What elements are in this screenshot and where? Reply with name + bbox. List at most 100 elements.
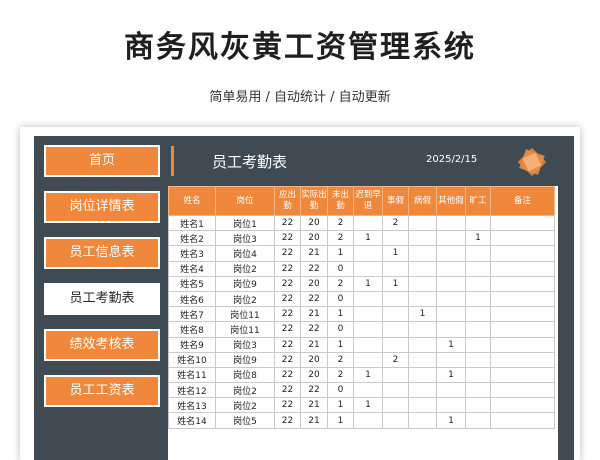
table-cell[interactable] (436, 351, 466, 368)
table-cell[interactable]: 1 (327, 336, 354, 353)
table-cell[interactable] (436, 230, 466, 247)
nav-position-details-button[interactable]: 岗位详情表 (44, 191, 160, 223)
table-cell[interactable] (408, 290, 437, 308)
table-cell[interactable]: 1 (353, 366, 383, 384)
table-cell[interactable] (353, 382, 383, 399)
table-cell[interactable]: 2 (382, 214, 409, 232)
table-cell[interactable] (408, 397, 437, 414)
table-cell[interactable]: 21 (300, 336, 328, 353)
table-cell[interactable] (465, 245, 491, 262)
table-cell[interactable] (382, 336, 409, 353)
table-cell[interactable]: 岗位2 (215, 260, 275, 277)
table-cell[interactable]: 20 (300, 214, 328, 232)
table-cell[interactable] (436, 321, 466, 338)
nav-home-button[interactable]: 首页 (44, 145, 160, 177)
table-cell[interactable]: 姓名12 (168, 382, 216, 399)
table-cell[interactable]: 1 (353, 397, 383, 414)
table-cell[interactable] (408, 260, 437, 277)
table-cell[interactable]: 22 (300, 290, 328, 308)
table-cell[interactable]: 21 (300, 245, 328, 262)
table-cell[interactable] (490, 382, 555, 399)
table-cell[interactable] (490, 366, 555, 384)
table-cell[interactable]: 20 (300, 230, 328, 247)
table-cell[interactable] (465, 397, 491, 414)
table-cell[interactable]: 岗位3 (215, 336, 275, 353)
table-cell[interactable]: 姓名10 (168, 351, 216, 368)
table-cell[interactable] (465, 260, 491, 277)
table-cell[interactable]: 22 (274, 412, 301, 429)
table-cell[interactable] (465, 366, 491, 384)
table-cell[interactable]: 姓名2 (168, 230, 216, 247)
table-cell[interactable] (465, 412, 491, 429)
table-cell[interactable] (436, 397, 466, 414)
table-cell[interactable]: 0 (327, 321, 354, 338)
table-cell[interactable] (408, 412, 437, 429)
table-cell[interactable]: 22 (300, 382, 328, 399)
table-cell[interactable] (490, 245, 555, 262)
table-cell[interactable] (465, 336, 491, 353)
table-cell[interactable]: 1 (353, 230, 383, 247)
table-cell[interactable]: 22 (274, 321, 301, 338)
table-cell[interactable] (353, 290, 383, 308)
table-cell[interactable] (490, 260, 555, 277)
table-cell[interactable] (408, 230, 437, 247)
table-cell[interactable] (408, 382, 437, 399)
table-cell[interactable]: 岗位9 (215, 275, 275, 292)
table-cell[interactable]: 岗位8 (215, 366, 275, 384)
table-cell[interactable]: 0 (327, 260, 354, 277)
table-cell[interactable]: 岗位2 (215, 397, 275, 414)
table-cell[interactable]: 姓名6 (168, 290, 216, 308)
table-cell[interactable]: 20 (300, 351, 328, 368)
table-cell[interactable] (353, 306, 383, 323)
table-cell[interactable] (465, 351, 491, 368)
table-cell[interactable]: 1 (327, 245, 354, 262)
table-cell[interactable]: 22 (274, 351, 301, 368)
table-cell[interactable]: 岗位9 (215, 351, 275, 368)
table-cell[interactable]: 22 (274, 382, 301, 399)
table-cell[interactable]: 姓名13 (168, 397, 216, 414)
table-cell[interactable]: 姓名1 (168, 214, 216, 232)
table-cell[interactable]: 0 (327, 382, 354, 399)
table-cell[interactable] (490, 351, 555, 368)
table-cell[interactable] (436, 382, 466, 399)
table-cell[interactable]: 1 (436, 366, 466, 384)
table-cell[interactable] (436, 260, 466, 277)
table-cell[interactable]: 岗位3 (215, 230, 275, 247)
table-cell[interactable] (408, 214, 437, 232)
table-cell[interactable] (490, 230, 555, 247)
table-cell[interactable] (490, 336, 555, 353)
table-cell[interactable] (353, 245, 383, 262)
table-cell[interactable]: 1 (436, 412, 466, 429)
table-cell[interactable] (490, 306, 555, 323)
table-cell[interactable] (353, 214, 383, 232)
table-cell[interactable] (408, 366, 437, 384)
table-cell[interactable]: 1 (327, 397, 354, 414)
table-cell[interactable]: 20 (300, 366, 328, 384)
table-cell[interactable] (353, 336, 383, 353)
table-cell[interactable]: 姓名11 (168, 366, 216, 384)
table-cell[interactable]: 22 (274, 214, 301, 232)
table-cell[interactable]: 1 (327, 306, 354, 323)
table-cell[interactable]: 22 (274, 290, 301, 308)
table-cell[interactable]: 姓名9 (168, 336, 216, 353)
table-cell[interactable]: 1 (327, 412, 354, 429)
table-cell[interactable]: 1 (436, 336, 466, 353)
table-cell[interactable]: 22 (274, 275, 301, 292)
table-cell[interactable]: 21 (300, 412, 328, 429)
table-cell[interactable] (465, 306, 491, 323)
table-cell[interactable] (465, 275, 491, 292)
table-cell[interactable]: 2 (327, 214, 354, 232)
table-cell[interactable]: 1 (408, 306, 437, 323)
nav-performance-button[interactable]: 绩效考核表 (44, 329, 160, 361)
table-cell[interactable] (490, 275, 555, 292)
table-cell[interactable]: 姓名14 (168, 412, 216, 429)
table-cell[interactable]: 岗位2 (215, 290, 275, 308)
nav-employee-info-button[interactable]: 员工信息表 (44, 237, 160, 269)
table-cell[interactable] (490, 321, 555, 338)
table-cell[interactable]: 姓名4 (168, 260, 216, 277)
table-cell[interactable] (490, 214, 555, 232)
table-cell[interactable] (382, 260, 409, 277)
table-cell[interactable]: 22 (274, 260, 301, 277)
table-cell[interactable]: 2 (327, 275, 354, 292)
table-cell[interactable] (436, 275, 466, 292)
